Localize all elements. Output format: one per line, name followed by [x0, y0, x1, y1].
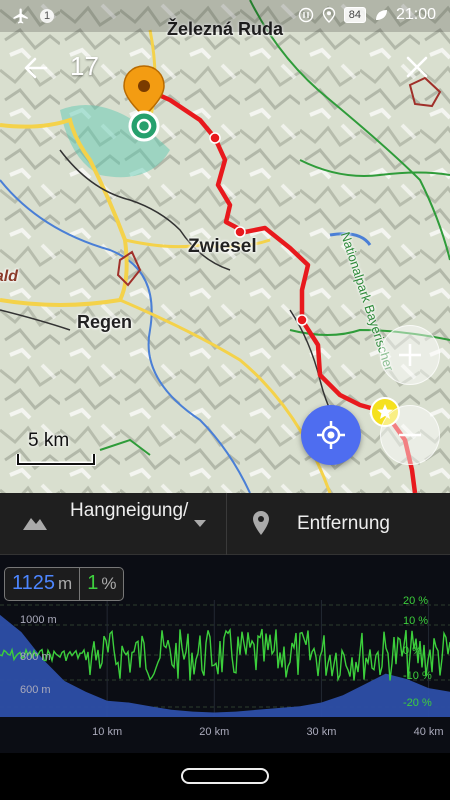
- elevation-tick-label: 1000 m: [20, 614, 57, 626]
- start-location-icon[interactable]: [122, 64, 166, 146]
- back-arrow-icon[interactable]: [20, 52, 52, 84]
- grade-unit: %: [101, 574, 117, 593]
- home-gesture-handle[interactable]: [181, 768, 269, 784]
- map-view[interactable]: Železná Ruda Zwiesel Regen Wald National…: [0, 0, 450, 493]
- route-waypoint: [296, 314, 308, 326]
- elevation-value: 1125: [12, 572, 56, 594]
- leaf-icon: [375, 10, 387, 20]
- grade-tick-label: -20 %: [403, 697, 432, 709]
- battery-level: 84: [343, 7, 366, 23]
- grade-readout: 1 %: [79, 568, 123, 600]
- tab-distance[interactable]: Entfernung: [227, 493, 450, 555]
- zoom-out-button[interactable]: [380, 405, 440, 465]
- profile-tabs: Hangneigung/ Entfernung: [0, 493, 450, 555]
- minus-icon: [399, 433, 421, 437]
- vibrate-icon: [298, 7, 313, 23]
- tab-slope-label: Hangneigung/: [70, 500, 189, 521]
- notification-count: 1: [40, 9, 55, 23]
- distance-tick-label: 40 km: [414, 726, 444, 738]
- dropdown-arrow-icon[interactable]: [193, 519, 207, 529]
- grade-tick-label: 10 %: [403, 615, 428, 627]
- tab-distance-label: Entfernung: [297, 513, 390, 534]
- zoom-in-button[interactable]: [380, 325, 440, 385]
- place-label-regen: Regen: [77, 312, 133, 332]
- clock: 21:00: [395, 6, 436, 23]
- location-pin-icon: [253, 511, 269, 535]
- my-location-button[interactable]: [301, 405, 361, 465]
- chart-readout: 1125 m 1 %: [4, 567, 125, 601]
- elevation-unit: m: [58, 574, 73, 593]
- elevation-tick-label: 600 m: [20, 684, 51, 696]
- distance-tick-label: 20 km: [199, 726, 229, 738]
- plus-icon: [399, 344, 421, 366]
- place-label-wald: Wald: [0, 268, 18, 285]
- place-label-zwiesel: Zwiesel: [188, 236, 257, 257]
- grade-tick-label: 0 %: [403, 645, 422, 657]
- scale-bar: [16, 454, 96, 466]
- mountain-icon: [23, 518, 47, 530]
- close-icon[interactable]: [402, 52, 432, 82]
- elevation-tick-label: 800 m: [20, 651, 51, 663]
- system-nav-bar: [0, 753, 450, 800]
- crosshair-icon: [317, 421, 345, 449]
- grade-tick-label: -10 %: [403, 670, 432, 682]
- location-icon: [322, 7, 335, 23]
- route-count: 17: [70, 51, 99, 81]
- route-waypoint: [209, 132, 221, 144]
- elevation-readout: 1125 m: [5, 568, 79, 600]
- airplane-icon: [13, 8, 28, 24]
- grade-tick-label: 20 %: [403, 595, 428, 607]
- grade-value: 1: [87, 572, 99, 594]
- status-bar: 1 84 21:00: [0, 0, 450, 32]
- distance-tick-label: 10 km: [92, 726, 122, 738]
- tab-slope[interactable]: Hangneigung/: [0, 493, 226, 555]
- distance-tick-label: 30 km: [306, 726, 336, 738]
